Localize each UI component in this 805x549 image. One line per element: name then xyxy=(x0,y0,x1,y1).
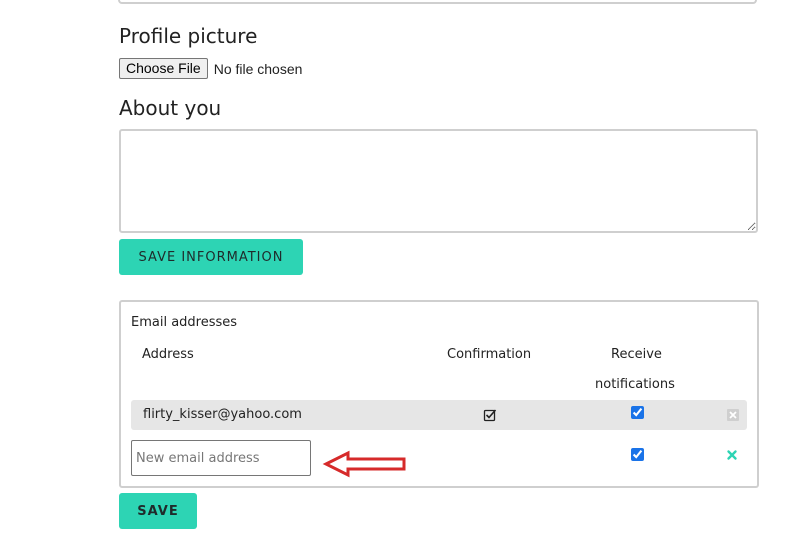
email-addresses-panel: Email addresses Address Confirmation Rec… xyxy=(119,300,759,488)
profile-settings-page: Profile picture Choose File No file chos… xyxy=(0,0,805,549)
close-disabled-icon xyxy=(727,409,739,421)
email-address-value: flirty_kisser@yahoo.com xyxy=(143,407,302,422)
checkbox-checked-icon xyxy=(483,409,497,422)
close-icon[interactable] xyxy=(726,449,738,461)
save-information-button[interactable]: SAVE INFORMATION xyxy=(119,239,303,275)
previous-field-box[interactable] xyxy=(118,0,757,4)
new-email-notifications-checkbox[interactable] xyxy=(631,448,644,461)
about-you-heading: About you xyxy=(119,96,222,120)
save-email-button[interactable]: SAVE xyxy=(119,493,197,529)
file-status-text: No file chosen xyxy=(213,60,303,77)
about-you-textarea[interactable] xyxy=(119,129,758,233)
email-panel-title: Email addresses xyxy=(131,315,238,330)
column-header-confirmation: Confirmation xyxy=(447,347,532,362)
arrow-left-icon xyxy=(322,450,406,478)
column-header-notifications-line1: Receive xyxy=(611,347,662,362)
column-header-address: Address xyxy=(142,347,194,362)
column-header-notifications-line2: notifications xyxy=(595,377,675,392)
new-email-input[interactable] xyxy=(131,440,311,476)
email-row: flirty_kisser@yahoo.com xyxy=(131,400,747,430)
choose-file-button[interactable]: Choose File xyxy=(119,58,208,79)
file-picker: Choose File No file chosen xyxy=(119,58,302,79)
profile-picture-heading: Profile picture xyxy=(119,24,258,48)
receive-notifications-checkbox[interactable] xyxy=(631,406,644,419)
